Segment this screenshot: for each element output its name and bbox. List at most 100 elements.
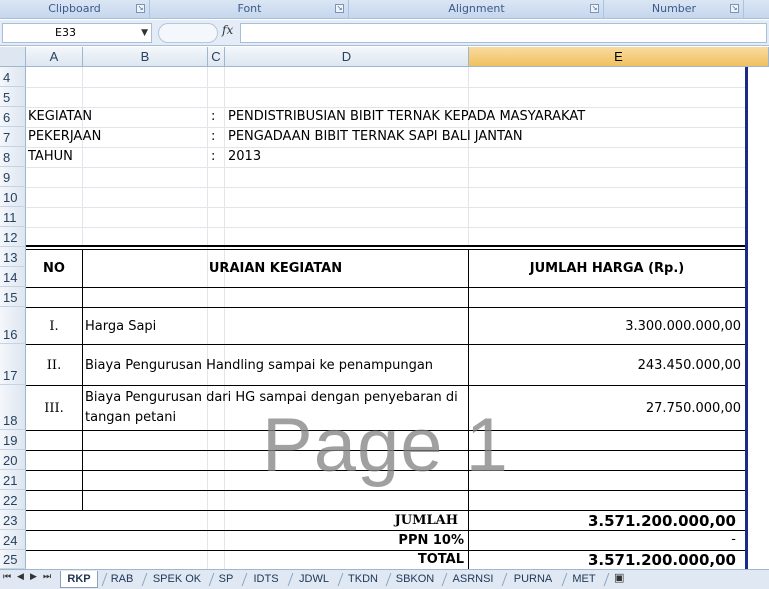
last-sheet-icon[interactable]: ⏭ — [43, 572, 51, 582]
insert-sheet-icon[interactable]: ▣ — [614, 571, 624, 584]
sheet-tab-sp[interactable]: SP — [212, 571, 240, 588]
row-header-18[interactable]: 18 — [0, 385, 26, 430]
dialog-launcher-icon[interactable]: ↘ — [590, 4, 599, 13]
table-border — [26, 344, 746, 345]
dialog-launcher-icon[interactable]: ↘ — [136, 4, 145, 13]
table-border — [26, 490, 746, 491]
column-header-c[interactable]: C — [208, 47, 225, 67]
column-title-jumlah: JUMLAH HARGA (Rp.) — [529, 261, 685, 276]
spreadsheet-grid[interactable]: A B C D E 4 5 6 7 8 9 10 11 12 13 14 15 … — [0, 47, 769, 569]
dialog-launcher-icon[interactable]: ↘ — [730, 4, 739, 13]
formula-bar-resize-handle[interactable] — [158, 23, 218, 43]
jumlah-label[interactable]: JUMLAH — [26, 513, 458, 528]
sheet-tab-rab[interactable]: RAB — [104, 571, 140, 588]
colon: : — [211, 129, 216, 144]
sheet-tab-idts[interactable]: IDTS — [246, 571, 286, 588]
page-watermark: Page 1 — [262, 403, 509, 488]
font-group-label: Font — [237, 2, 262, 15]
select-all-corner[interactable] — [0, 47, 26, 67]
column-header-d[interactable]: D — [225, 47, 469, 67]
sheet-tab-jdwl[interactable]: JDWL — [292, 571, 336, 588]
row-header-8[interactable]: 8 — [0, 147, 26, 167]
item-uraian[interactable]: Harga Sapi — [85, 319, 156, 334]
total-value[interactable]: 3.571.200.000,00 — [469, 551, 736, 569]
item-uraian[interactable]: Biaya Pengurusan Handling sampai ke pena… — [85, 358, 433, 373]
sheet-tab-spek-ok[interactable]: SPEK OK — [146, 571, 208, 588]
row-header-20[interactable]: 20 — [0, 450, 26, 470]
table-border — [82, 249, 83, 510]
kegiatan-label[interactable]: KEGIATAN — [28, 109, 92, 124]
row-header-7[interactable]: 7 — [0, 127, 26, 147]
next-sheet-icon[interactable]: ▶ — [30, 572, 37, 582]
ribbon-group-bar: Clipboard ↘ Font ↘ Alignment ↘ Number ↘ — [0, 0, 769, 19]
row-header-25[interactable]: 25 — [0, 550, 26, 569]
formula-input[interactable] — [240, 23, 767, 43]
row-header-21[interactable]: 21 — [0, 470, 26, 490]
sheet-tab-asrnsi[interactable]: ASRNSI — [446, 571, 500, 588]
item-jumlah[interactable]: 243.450.000,00 — [469, 358, 741, 373]
total-label[interactable]: TOTAL — [26, 552, 464, 567]
column-header-e[interactable]: E — [469, 47, 769, 67]
row-header-17[interactable]: 17 — [0, 344, 26, 385]
row-header-22[interactable]: 22 — [0, 490, 26, 510]
sheet-tab-bar: ⏮ ◀ ▶ ⏭ RKP RAB SPEK OK SP IDTS JDWL TKD… — [0, 569, 769, 589]
prev-sheet-icon[interactable]: ◀ — [17, 572, 24, 582]
gridline — [468, 67, 469, 247]
kegiatan-value[interactable]: PENDISTRIBUSIAN BIBIT TERNAK KEPADA MASY… — [228, 109, 585, 124]
insert-function-icon[interactable]: fx — [222, 23, 233, 37]
item-no[interactable]: II. — [26, 358, 82, 373]
pekerjaan-value[interactable]: PENGADAAN BIBIT TERNAK SAPI BALI JANTAN — [228, 129, 523, 144]
row-header-23[interactable]: 23 — [0, 510, 26, 530]
sheet-tab-rkp[interactable]: RKP — [60, 571, 98, 588]
dialog-launcher-icon[interactable]: ↘ — [335, 4, 344, 13]
row-header-6[interactable]: 6 — [0, 107, 26, 127]
name-box-value: E33 — [55, 26, 76, 39]
pekerjaan-label[interactable]: PEKERJAAN — [28, 129, 101, 144]
row-header-19[interactable]: 19 — [0, 430, 26, 450]
row-header-11[interactable]: 11 — [0, 207, 26, 227]
item-uraian-line2[interactable]: tangan petani — [85, 410, 176, 425]
item-jumlah[interactable]: 3.300.000.000,00 — [469, 319, 741, 334]
sheet-tab-sbkon[interactable]: SBKON — [390, 571, 440, 588]
ribbon-group-font: Font ↘ — [151, 0, 349, 18]
ribbon-group-alignment: Alignment ↘ — [350, 0, 604, 18]
row-header-9[interactable]: 9 — [0, 167, 26, 187]
outside-print-area — [748, 67, 769, 569]
column-header-b[interactable]: B — [83, 47, 208, 67]
colon: : — [211, 109, 216, 124]
row-header-12[interactable]: 12 — [0, 227, 26, 247]
jumlah-value[interactable]: 3.571.200.000,00 — [469, 512, 736, 530]
sheet-tab-tkdn[interactable]: TKDN — [342, 571, 384, 588]
tahun-label[interactable]: TAHUN — [28, 149, 73, 164]
row-header-13[interactable]: 13 — [0, 247, 26, 267]
row-header-15[interactable]: 15 — [0, 287, 26, 307]
row-header-16[interactable]: 16 — [0, 307, 26, 344]
column-header-a[interactable]: A — [26, 47, 83, 67]
chevron-down-icon[interactable]: ▼ — [141, 24, 148, 42]
clipboard-group-label: Clipboard — [48, 2, 101, 15]
row-header-5[interactable]: 5 — [0, 87, 26, 107]
sheet-tab-met[interactable]: MET — [566, 571, 602, 588]
table-border — [26, 530, 746, 531]
gridline — [207, 67, 208, 569]
first-sheet-icon[interactable]: ⏮ — [3, 572, 11, 582]
name-box[interactable]: E33 ▼ — [2, 23, 152, 43]
sheet-tab-purna[interactable]: PURNA — [506, 571, 560, 588]
gridline — [26, 147, 746, 148]
row-header-10[interactable]: 10 — [0, 187, 26, 207]
ppn-label[interactable]: PPN 10% — [26, 533, 464, 548]
gridline — [26, 187, 746, 188]
ribbon-group-clipboard: Clipboard ↘ — [0, 0, 150, 18]
ribbon-group-number: Number ↘ — [605, 0, 744, 18]
row-header-4[interactable]: 4 — [0, 67, 26, 87]
row-header-24[interactable]: 24 — [0, 530, 26, 550]
row-header-14[interactable]: 14 — [0, 267, 26, 287]
item-no[interactable]: III. — [26, 401, 82, 416]
column-title-no: NO — [43, 261, 65, 276]
item-jumlah[interactable]: 27.750.000,00 — [469, 401, 741, 416]
item-no[interactable]: I. — [26, 319, 82, 334]
tahun-value[interactable]: 2013 — [228, 149, 261, 164]
gridline — [82, 67, 83, 247]
ppn-value[interactable]: - — [469, 532, 736, 547]
alignment-group-label: Alignment — [448, 2, 505, 15]
